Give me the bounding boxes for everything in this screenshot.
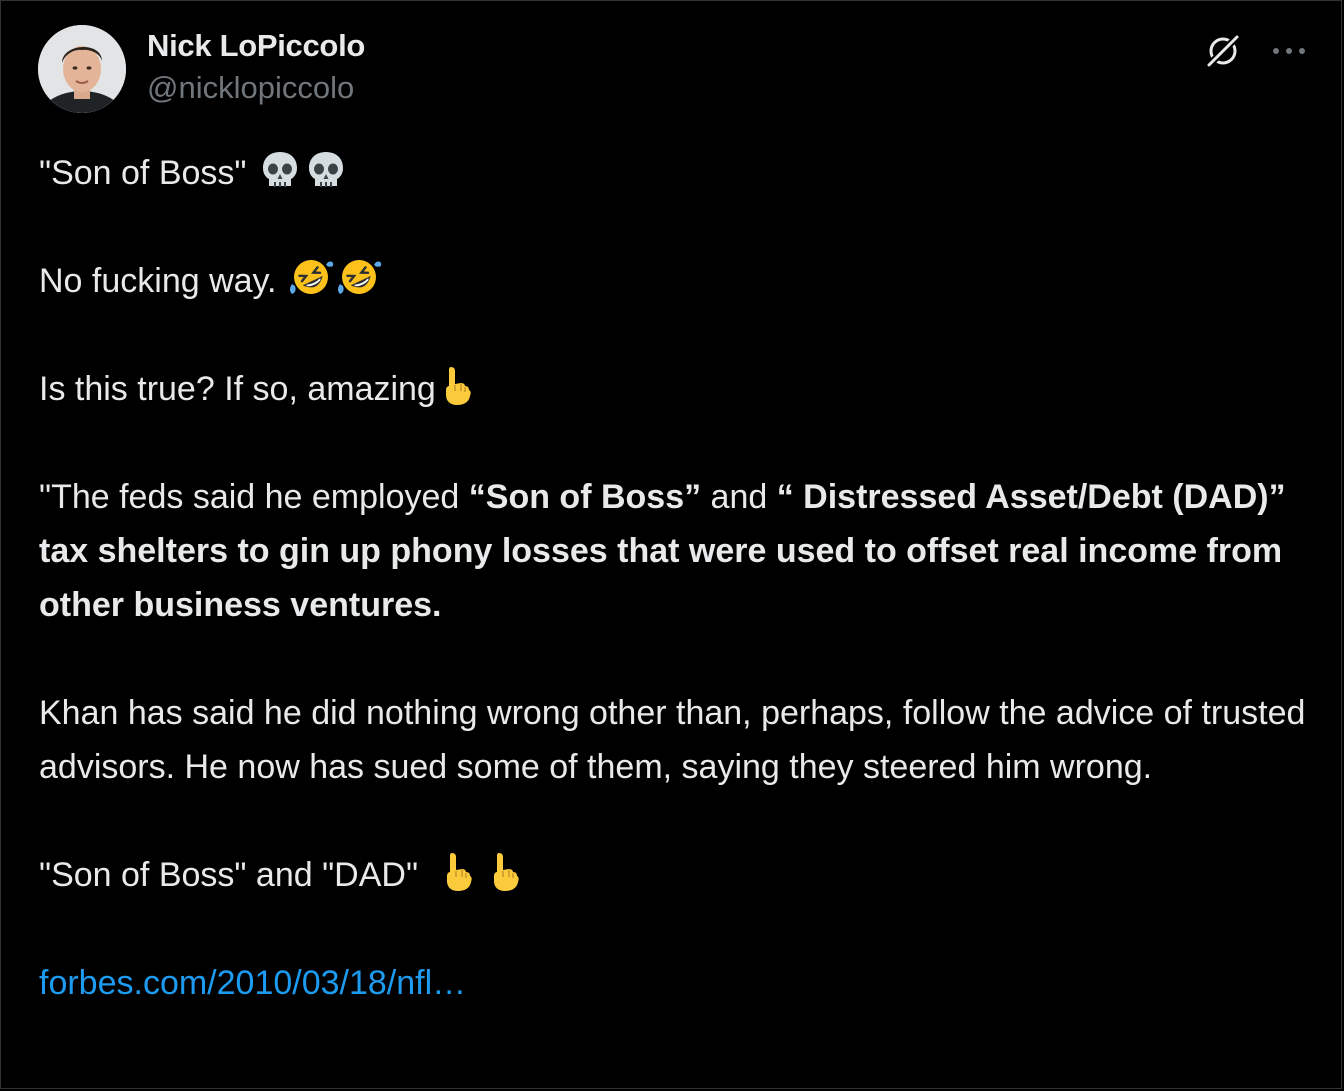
tweet-paragraph-4-lead: "The feds said he employed [39,478,469,516]
user-handle[interactable]: @nicklopiccolo [147,69,365,107]
tweet-card: Nick LoPiccolo @nicklopiccolo "Son of Bo… [0,0,1342,1089]
tweet-paragraph-4-mid: and [701,478,777,516]
tweet-paragraph-2-text: No fucking way. [39,262,277,300]
grok-button[interactable] [1201,29,1245,73]
tweet-text: "Son of Boss" No fucking way. Is this tr… [39,146,1329,1010]
display-name[interactable]: Nick LoPiccolo [147,27,365,65]
author-names: Nick LoPiccolo @nicklopiccolo [147,27,365,107]
tweet-paragraph-1-text: "Son of Boss" [39,154,247,192]
tweet-paragraph-1: "Son of Boss" [39,146,1329,200]
tweet-actions [1201,29,1311,73]
more-button[interactable] [1267,29,1311,73]
avatar[interactable] [38,25,126,113]
index-pointing-up-emoji-icon [438,364,474,408]
tweet-paragraph-6-text: "Son of Boss" and "DAD" [39,856,419,894]
tweet-paragraph-5: Khan has said he did nothing wrong other… [39,686,1329,794]
tweet-paragraph-3: Is this true? If so, amazing [39,362,1329,416]
tweet-paragraph-2: No fucking way. [39,254,1329,308]
tweet-paragraph-3-text: Is this true? If so, amazing [39,370,436,408]
article-link[interactable]: forbes.com/2010/03/18/nfl… [39,964,466,1002]
tweet-paragraph-5-text: Khan has said he did nothing wrong other… [39,694,1306,786]
grok-icon [1205,33,1241,69]
tweet-paragraph-4-bold-1: “Son of Boss” [468,478,702,516]
rolling-laughing-emoji-icon [336,254,382,300]
tweet-link-paragraph: forbes.com/2010/03/18/nfl… [39,956,1329,1010]
index-pointing-up-emoji-icon [486,850,522,894]
tweet-header: Nick LoPiccolo @nicklopiccolo [38,25,1311,117]
more-icon [1273,48,1305,54]
skull-emoji-icon [304,148,348,192]
tweet-paragraph-6: "Son of Boss" and "DAD" [39,848,1329,902]
tweet-paragraph-4: "The feds said he employed “Son of Boss”… [39,470,1329,632]
index-pointing-up-emoji-icon [439,850,475,894]
skull-emoji-icon [258,148,302,192]
avatar-image [38,25,126,113]
rolling-laughing-emoji-icon [288,254,334,300]
